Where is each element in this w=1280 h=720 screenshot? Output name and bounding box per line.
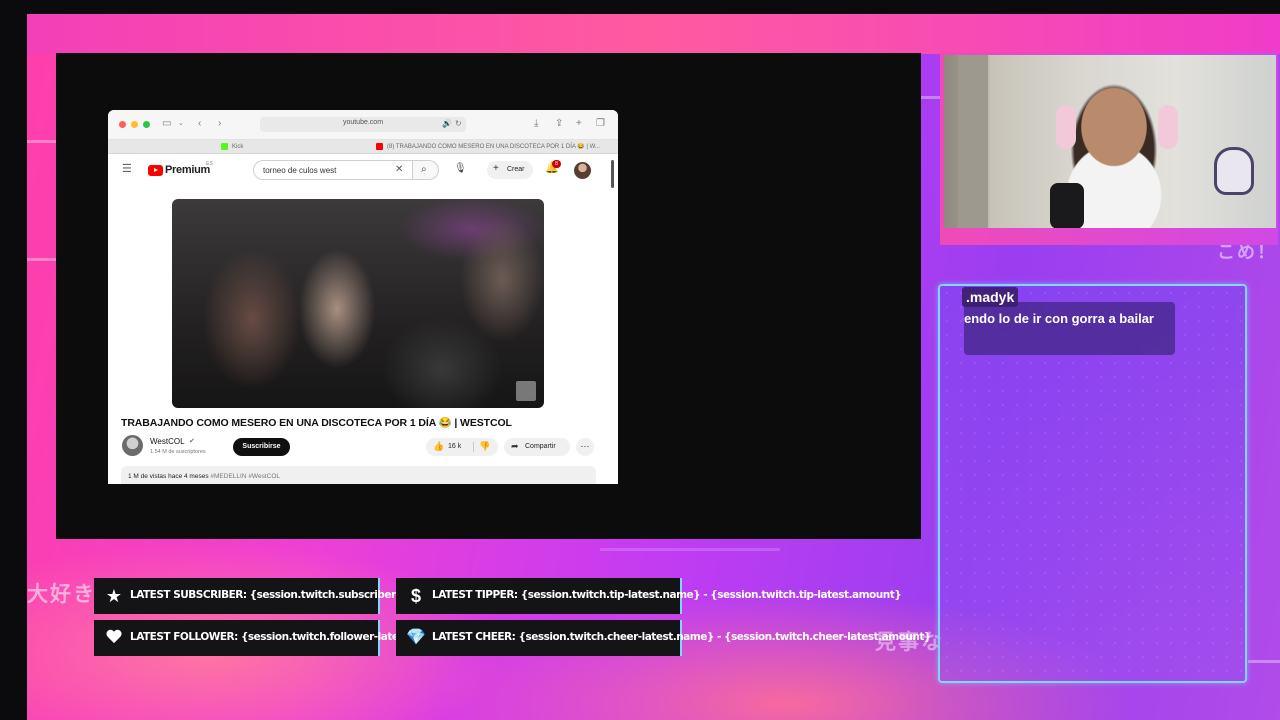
- clear-search-icon[interactable]: ✕: [395, 164, 403, 175]
- kick-favicon-icon: [221, 142, 228, 150]
- notification-badge: 8: [552, 160, 561, 168]
- thumbs-down-icon[interactable]: 👎: [479, 441, 490, 452]
- region-code: ES: [206, 161, 213, 167]
- video-description[interactable]: 1 M de vistas hace 4 meses #MEDELLIN #We…: [121, 466, 596, 484]
- subscriber-count: 1.54 M de suscriptores: [150, 449, 206, 455]
- latest-follower-widget: LATEST FOLLOWER: {session.twitch.followe…: [94, 620, 450, 656]
- video-title: TRABAJANDO COMO MESERO EN UNA DISCOTECA …: [121, 417, 512, 429]
- latest-tipper-text: LATEST TIPPER: {session.twitch.tip-lates…: [432, 589, 902, 601]
- search-input[interactable]: torneo de culos west ✕: [253, 160, 413, 180]
- create-label: Crear: [507, 166, 525, 173]
- search-query: torneo de culos west: [263, 166, 337, 175]
- account-avatar[interactable]: [574, 162, 591, 179]
- close-window-button[interactable]: [119, 121, 126, 128]
- chat-message: endo lo de ir con gorra a bailar: [964, 302, 1175, 355]
- tab-kick[interactable]: Kick: [221, 140, 361, 154]
- microphone-icon[interactable]: 🎙: [454, 163, 467, 174]
- plus-icon: +: [493, 163, 499, 174]
- page-scrollbar[interactable]: [611, 160, 614, 188]
- download-icon[interactable]: ⤓: [534, 118, 538, 130]
- webcam-feed: [944, 55, 1276, 228]
- latest-tipper-widget: $ LATEST TIPPER: {session.twitch.tip-lat…: [396, 578, 902, 614]
- browser-toolbar: ▭ ⌄ ‹ › youtube.com 🔊 ↻ ⤓ ⇪ + ❐: [108, 110, 618, 140]
- minimize-window-button[interactable]: [131, 121, 138, 128]
- dollar-icon: $: [410, 586, 421, 606]
- microphone-prop: [1050, 183, 1084, 228]
- chat-username: .madyk: [962, 287, 1019, 307]
- forward-arrow-icon[interactable]: ›: [218, 118, 221, 130]
- chat-message-text: endo lo de ir con gorra a bailar: [964, 311, 1154, 326]
- share-label: Compartir: [525, 443, 556, 450]
- decor-scan-line: [27, 140, 57, 143]
- decor-japanese-left: 大好き: [27, 582, 96, 606]
- like-divider: [473, 442, 474, 452]
- like-dislike-group: 👍 16 k 👎: [426, 438, 498, 456]
- tab-youtube[interactable]: (8) TRABAJANDO COMO MESERO EN UNA DISCOT…: [376, 140, 608, 154]
- like-count: 16 k: [448, 443, 462, 450]
- latest-subscriber-widget: ★ LATEST SUBSCRIBER: {session.twitch.sub…: [94, 578, 472, 614]
- channel-avatar[interactable]: [122, 435, 143, 456]
- subscribe-button[interactable]: Suscribirse: [233, 438, 290, 456]
- share-button[interactable]: ➦ Compartir: [504, 438, 570, 456]
- new-tab-icon[interactable]: +: [576, 118, 582, 130]
- zoom-window-button[interactable]: [143, 121, 150, 128]
- address-bar[interactable]: youtube.com 🔊 ↻: [260, 117, 466, 132]
- decor-scan-line: [1248, 660, 1280, 663]
- search-button[interactable]: ⌕: [413, 160, 439, 180]
- youtube-logo-text[interactable]: Premium: [165, 164, 210, 176]
- diamond-icon: 💎: [406, 629, 426, 646]
- latest-cheer-text: LATEST CHEER: {session.twitch.cheer-late…: [432, 631, 931, 643]
- decor-scan-line: [27, 258, 57, 261]
- youtube-favicon-icon: [376, 142, 383, 150]
- tab-overview-icon[interactable]: ❐: [596, 118, 605, 130]
- overlay-top-band: [27, 14, 1280, 54]
- headset-icon: [1158, 105, 1178, 149]
- webcam-background-door: [958, 55, 988, 228]
- more-options-icon[interactable]: ⋯: [576, 438, 594, 456]
- url-text: youtube.com: [342, 119, 384, 126]
- decor-scan-line: [600, 548, 780, 551]
- reload-icon[interactable]: ↻: [455, 119, 462, 128]
- share-icon[interactable]: ⇪: [555, 118, 563, 130]
- headset-icon: [1056, 105, 1076, 149]
- heart-icon: [104, 628, 124, 648]
- youtube-logo-icon[interactable]: [148, 165, 163, 176]
- channel-name[interactable]: WestCOL: [150, 437, 185, 446]
- create-button[interactable]: + Crear: [487, 161, 533, 179]
- video-player[interactable]: [172, 199, 544, 408]
- thumbs-up-icon[interactable]: 👍: [433, 441, 444, 452]
- verified-icon: ✔: [189, 438, 195, 445]
- star-icon: ★: [105, 586, 123, 606]
- latest-cheer-widget: 💎 LATEST CHEER: {session.twitch.cheer-la…: [396, 620, 931, 656]
- browser-tab-strip: Kick (8) TRABAJANDO COMO MESERO EN UNA D…: [108, 140, 618, 154]
- sidebar-toggle-icon[interactable]: ▭: [162, 118, 171, 130]
- chevron-down-icon[interactable]: ⌄: [178, 118, 184, 130]
- youtube-header: ☰ Premium ES torneo de culos west ✕ ⌕ 🎙 …: [108, 154, 608, 186]
- search-icon: ⌕: [421, 164, 427, 175]
- speaker-icon[interactable]: 🔊: [442, 119, 452, 128]
- plush-toy: [1214, 147, 1254, 195]
- channel-watermark-icon: [516, 381, 536, 401]
- browser-window: ▭ ⌄ ‹ › youtube.com 🔊 ↻ ⤓ ⇪ + ❐ Kick (8)…: [108, 110, 618, 484]
- hamburger-menu-icon[interactable]: ☰: [122, 164, 132, 175]
- video-meta: 1 M de vistas hace 4 meses #MEDELLIN #We…: [128, 473, 280, 480]
- share-arrow-icon: ➦: [511, 441, 519, 451]
- back-arrow-icon[interactable]: ‹: [198, 118, 201, 130]
